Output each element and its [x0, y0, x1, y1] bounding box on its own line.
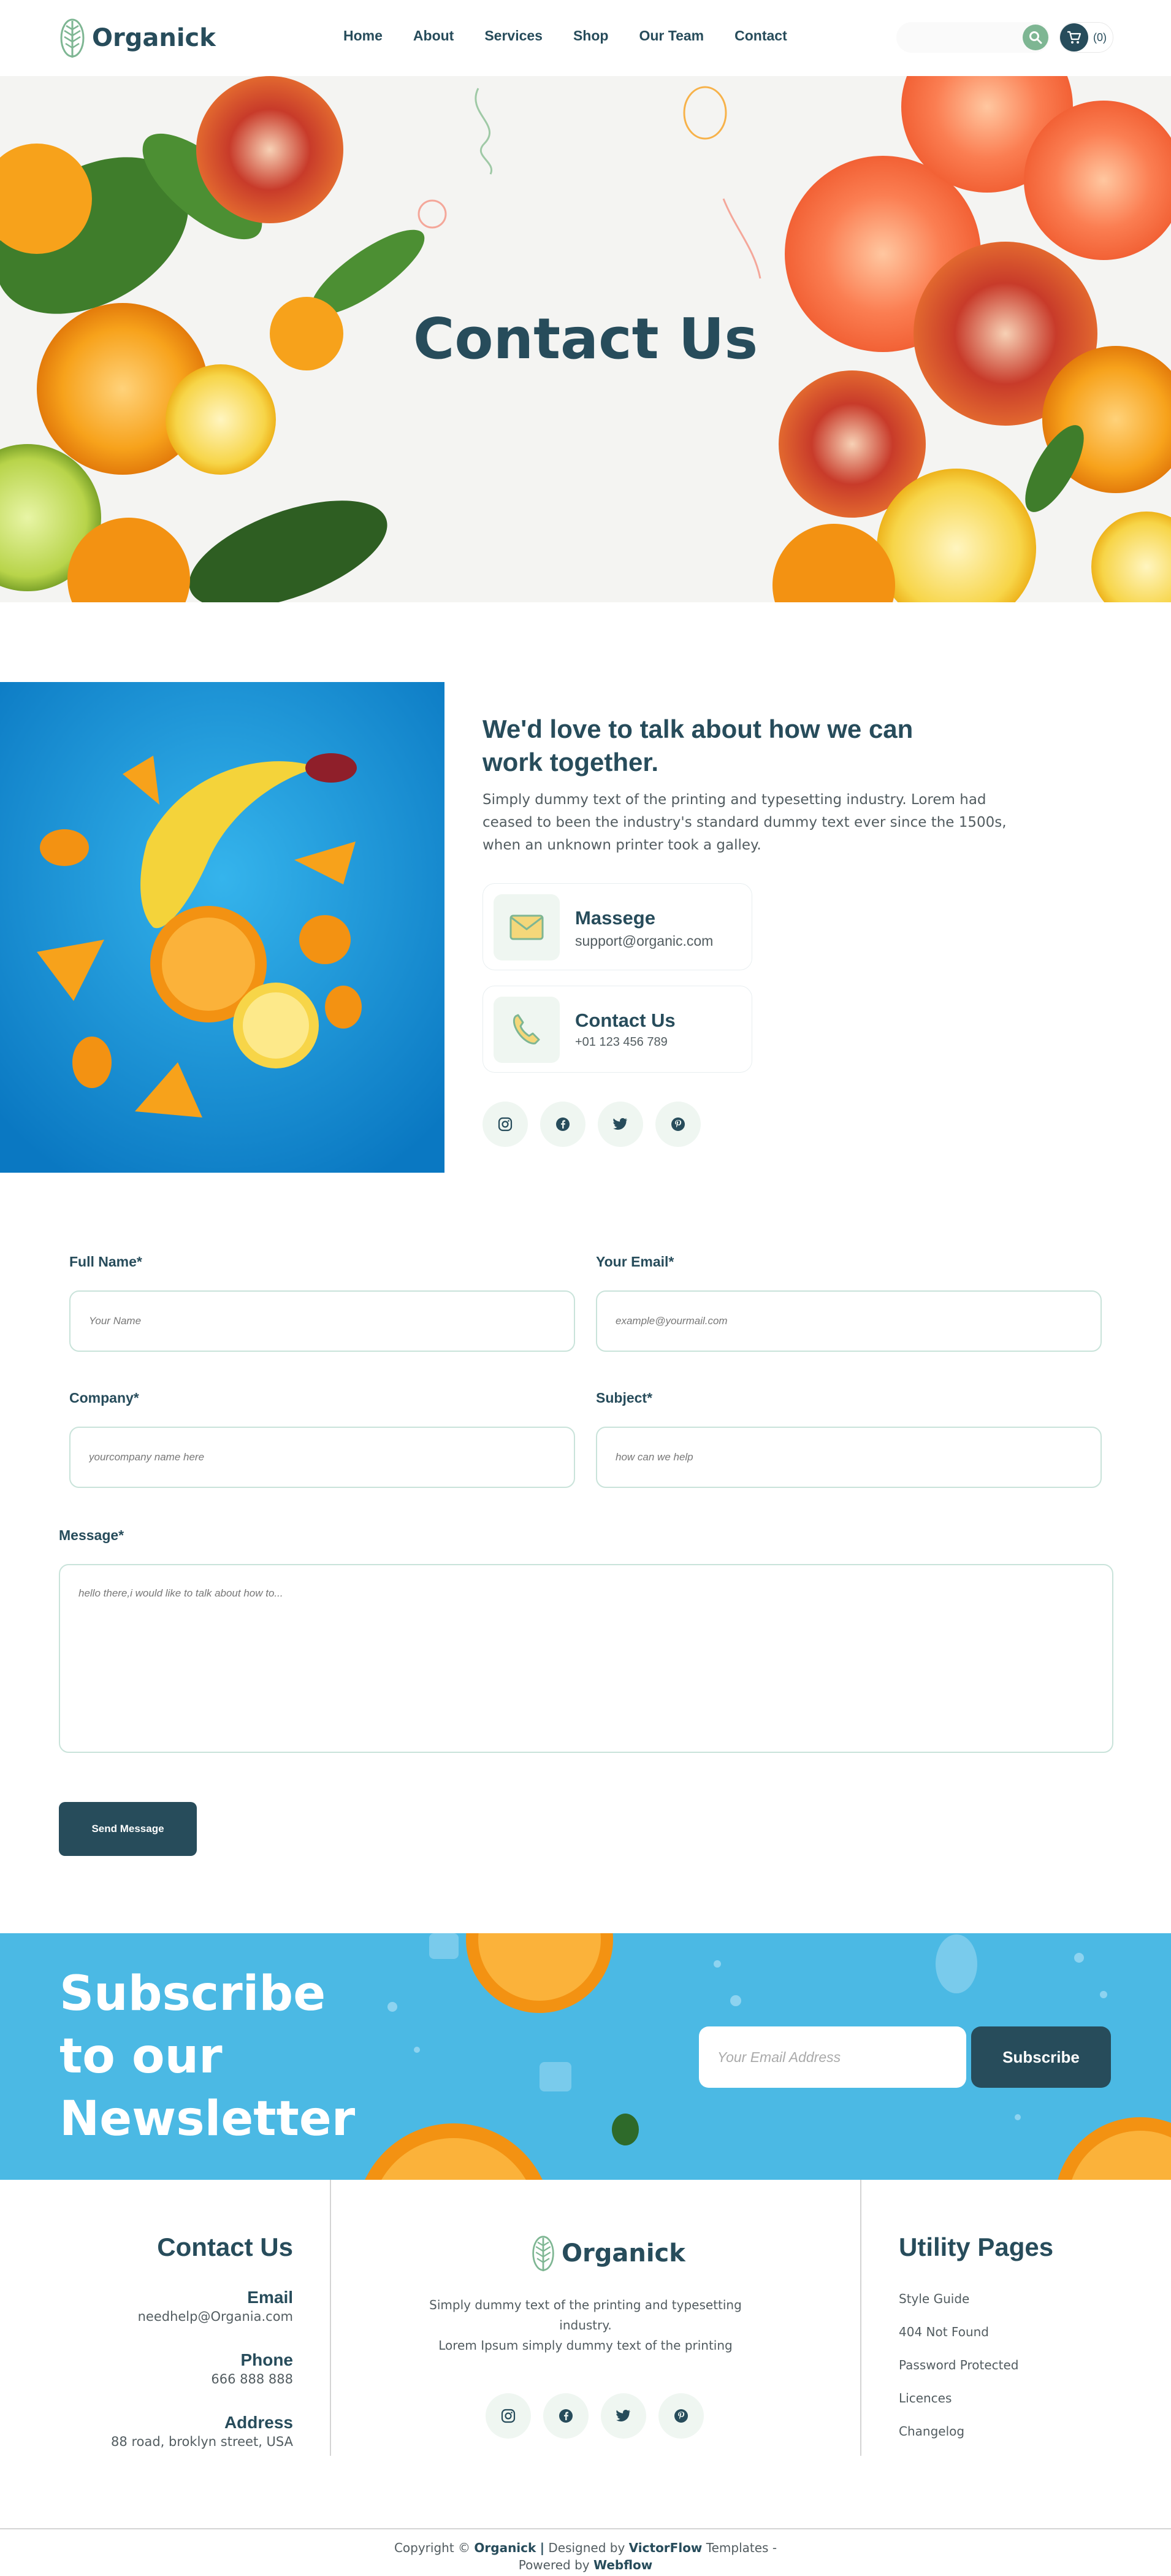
- talk-social-links: [483, 1102, 701, 1147]
- nav-about[interactable]: About: [413, 28, 454, 44]
- message-card-email: support@organic.com: [575, 933, 714, 949]
- designer-link[interactable]: VictorFlow: [629, 2540, 703, 2555]
- twitter-icon: [616, 2409, 630, 2421]
- cart-button[interactable]: (0): [1059, 22, 1113, 53]
- twitter-link[interactable]: [598, 1102, 643, 1147]
- search-button[interactable]: [1023, 25, 1048, 50]
- email-label: Your Email*: [596, 1254, 674, 1270]
- footer-divider-left: [330, 2180, 331, 2456]
- subject-input[interactable]: [596, 1427, 1102, 1488]
- site-header: Organick Home About Services Shop Our Te…: [0, 0, 1171, 76]
- footer-email-label: Email: [247, 2288, 293, 2307]
- phone-card-number: +01 123 456 789: [575, 1035, 668, 1049]
- facebook-icon: [559, 2409, 573, 2423]
- facebook-icon: [556, 1117, 570, 1131]
- newsletter-heading: Subscribe to our Newsletter: [59, 1966, 356, 2147]
- full-name-input[interactable]: [69, 1290, 575, 1352]
- utility-link-style-guide[interactable]: Style Guide: [899, 2291, 969, 2306]
- full-name-label: Full Name*: [69, 1254, 142, 1270]
- logo-text: Organick: [92, 24, 216, 52]
- copyright-brand: Organick: [474, 2540, 536, 2555]
- phone-card-title: Contact Us: [575, 1010, 676, 1031]
- utility-link-password-protected[interactable]: Password Protected: [899, 2358, 1019, 2372]
- nav-our-team[interactable]: Our Team: [639, 28, 704, 44]
- search-input[interactable]: [896, 22, 1050, 53]
- twitter-icon: [613, 1117, 627, 1130]
- copyright-prefix: Copyright ©: [394, 2540, 471, 2555]
- hero-banner: Contact Us: [0, 76, 1171, 602]
- footer-email-value[interactable]: needhelp@Organia.com: [138, 2309, 293, 2324]
- nav-shop[interactable]: Shop: [573, 28, 609, 44]
- copyright-text: Copyright © Organick | Designed by Victo…: [0, 2539, 1171, 2574]
- footer-description-line-1: Simply dummy text of the printing and ty…: [429, 2298, 742, 2333]
- email-field[interactable]: [596, 1290, 1102, 1352]
- utility-link-404[interactable]: 404 Not Found: [899, 2325, 989, 2339]
- message-textarea[interactable]: [59, 1564, 1113, 1753]
- logo[interactable]: Organick: [59, 17, 216, 59]
- main-nav: Home About Services Shop Our Team Contac…: [343, 28, 787, 44]
- nav-services[interactable]: Services: [484, 28, 543, 44]
- footer-pinterest-link[interactable]: [658, 2393, 704, 2439]
- fruit-illustration: [0, 682, 444, 1173]
- cart-count: (0): [1093, 31, 1107, 44]
- subscribe-button[interactable]: Subscribe: [971, 2026, 1111, 2088]
- footer-social-links: [486, 2393, 704, 2439]
- footer-description: Simply dummy text of the printing and ty…: [429, 2295, 742, 2356]
- talk-description: Simply dummy text of the printing and ty…: [483, 792, 1007, 853]
- pinterest-link[interactable]: [655, 1102, 701, 1147]
- talk-heading: We'd love to talk about how we can work …: [483, 715, 914, 776]
- message-icon-wrap: [494, 894, 560, 960]
- newsletter-email-input[interactable]: [699, 2026, 966, 2088]
- nav-contact[interactable]: Contact: [734, 28, 787, 44]
- footer-divider-right: [860, 2180, 861, 2456]
- envelope-icon: [509, 914, 544, 940]
- footer-twitter-link[interactable]: [601, 2393, 646, 2439]
- utility-link-licences[interactable]: Licences: [899, 2391, 952, 2405]
- footer-phone-label: Phone: [240, 2350, 293, 2369]
- send-message-button[interactable]: Send Message: [59, 1802, 197, 1856]
- footer-facebook-link[interactable]: [543, 2393, 589, 2439]
- copyright-separator: |: [540, 2540, 544, 2555]
- footer-contact-heading: Contact Us: [157, 2233, 293, 2261]
- company-label: Company*: [69, 1390, 139, 1406]
- pinterest-icon: [674, 2409, 688, 2423]
- footer-description-line-2: Lorem Ipsum simply dummy text of the pri…: [438, 2338, 733, 2353]
- utility-link-changelog[interactable]: Changelog: [899, 2424, 964, 2439]
- footer-logo[interactable]: Organick: [531, 2234, 685, 2273]
- instagram-icon: [498, 1117, 513, 1132]
- powered-by-label: Powered by: [518, 2558, 590, 2572]
- footer-instagram-link[interactable]: [486, 2393, 531, 2439]
- message-card-title: Massege: [575, 907, 655, 929]
- phone-icon: [513, 1014, 540, 1045]
- footer-logo-text: Organick: [562, 2239, 685, 2267]
- message-card[interactable]: Massege support@organic.com: [483, 883, 752, 970]
- templates-label: Templates -: [706, 2540, 777, 2555]
- copyright-divider: [0, 2528, 1171, 2529]
- cart-icon-wrap: [1060, 23, 1088, 52]
- nav-home[interactable]: Home: [343, 28, 383, 44]
- footer-address-label: Address: [224, 2413, 293, 2432]
- leaf-logo-icon: [60, 18, 85, 58]
- instagram-icon: [501, 2409, 516, 2423]
- designed-by-label: Designed by: [548, 2540, 625, 2555]
- message-label: Message*: [59, 1527, 124, 1543]
- footer-address-value: 88 road, broklyn street, USA: [111, 2434, 293, 2449]
- search-icon: [1029, 31, 1042, 44]
- phone-icon-wrap: [494, 997, 560, 1063]
- flying-fruit-image: [0, 682, 444, 1173]
- subject-label: Subject*: [596, 1390, 653, 1406]
- facebook-link[interactable]: [540, 1102, 586, 1147]
- platform-link[interactable]: Webflow: [593, 2558, 652, 2572]
- instagram-link[interactable]: [483, 1102, 528, 1147]
- company-input[interactable]: [69, 1427, 575, 1488]
- newsletter-section: Subscribe to our Newsletter Subscribe: [0, 1933, 1171, 2180]
- page-title: Contact Us: [413, 306, 758, 372]
- phone-card[interactable]: Contact Us +01 123 456 789: [483, 986, 752, 1073]
- utility-pages-heading: Utility Pages: [899, 2233, 1054, 2261]
- leaf-logo-icon: [532, 2236, 554, 2272]
- pinterest-icon: [671, 1117, 685, 1131]
- cart-icon: [1067, 31, 1081, 44]
- footer-phone-value[interactable]: 666 888 888: [211, 2372, 293, 2386]
